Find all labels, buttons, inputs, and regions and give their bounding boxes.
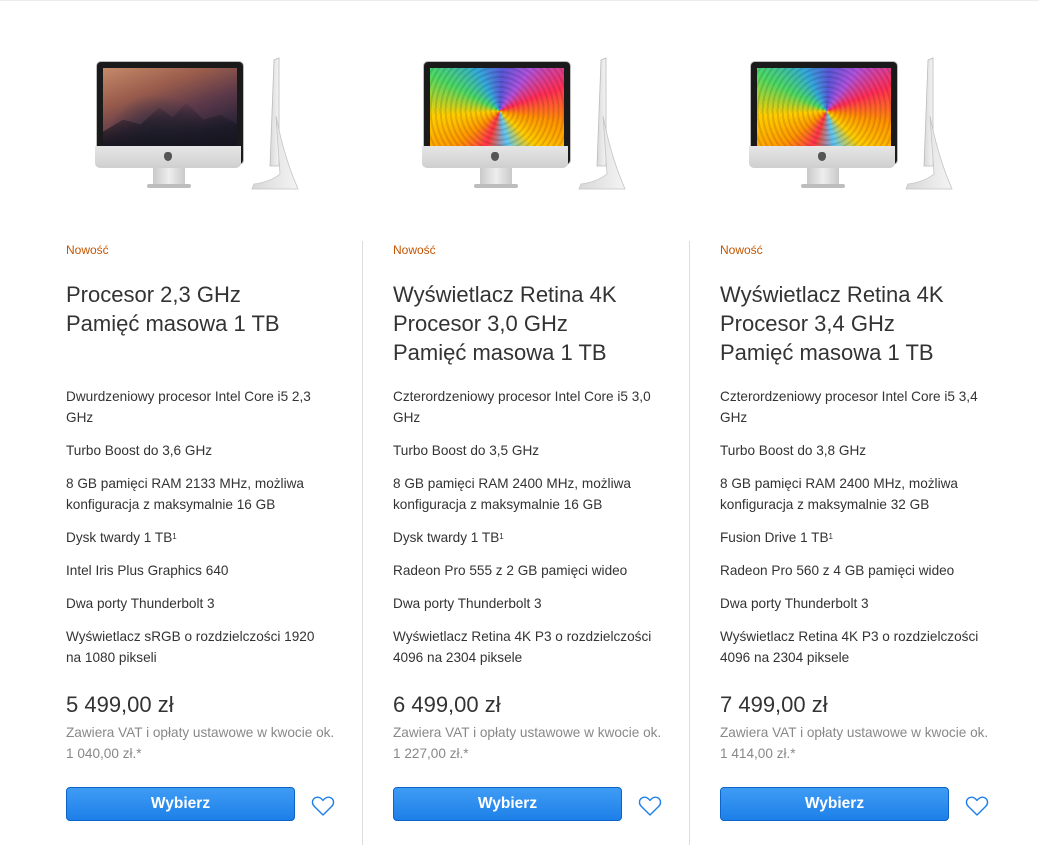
- apple-logo-icon: [818, 152, 826, 161]
- sierra-wallpaper: [103, 68, 237, 146]
- spec-item: Wyświetlacz Retina 4K P3 o rozdzielczośc…: [393, 629, 652, 665]
- price: 5 499,00 zł: [66, 692, 174, 717]
- product-title: Wyświetlacz Retina 4K Procesor 3,4 GHz P…: [720, 280, 980, 367]
- imac-product-image: [422, 56, 637, 196]
- imac-stand-base: [801, 184, 845, 188]
- vat-note: Zawiera VAT i opłaty ustawowe w kwocie o…: [66, 725, 335, 761]
- heart-outline-icon[interactable]: [965, 795, 989, 817]
- spec-item: Dwa porty Thunderbolt 3: [720, 596, 869, 611]
- footnote-marker: 1: [828, 532, 833, 541]
- spec-item: Dysk twardy 1 TB1: [393, 530, 504, 545]
- spec-item: Intel Iris Plus Graphics 640: [66, 563, 229, 578]
- vat-note: Zawiera VAT i opłaty ustawowe w kwocie o…: [720, 725, 989, 761]
- spec-list: Czterordzeniowy procesor Intel Core i5 3…: [720, 386, 985, 668]
- select-button[interactable]: Wybierz: [66, 787, 295, 821]
- spec-item: 8 GB pamięci RAM 2133 MHz, możliwa konfi…: [66, 476, 304, 512]
- spec-item: Dwa porty Thunderbolt 3: [393, 596, 542, 611]
- title-line: Wyświetlacz Retina 4K: [720, 282, 944, 307]
- title-line: Procesor 3,0 GHz: [393, 311, 568, 336]
- new-badge: Nowość: [720, 243, 763, 257]
- spec-item: Czterordzeniowy procesor Intel Core i5 3…: [393, 389, 651, 425]
- spec-list: Dwurdzeniowy procesor Intel Core i5 2,3 …: [66, 386, 331, 668]
- title-line: Wyświetlacz Retina 4K: [393, 282, 617, 307]
- spec-item: Dysk twardy 1 TB1: [66, 530, 177, 545]
- imac-chin: [95, 146, 241, 168]
- title-line: Pamięć masowa 1 TB: [66, 311, 280, 336]
- spec-list: Czterordzeniowy procesor Intel Core i5 3…: [393, 386, 658, 668]
- swirl-wallpaper: [430, 68, 564, 146]
- apple-logo-icon: [164, 152, 172, 161]
- product-comparison: Nowość Procesor 2,3 GHz Pamięć masowa 1 …: [0, 0, 1039, 845]
- imac-side-view: [905, 57, 953, 190]
- price: 7 499,00 zł: [720, 692, 828, 717]
- title-line: Pamięć masowa 1 TB: [720, 340, 934, 365]
- product-card-1: Nowość Procesor 2,3 GHz Pamięć masowa 1 …: [0, 0, 334, 845]
- new-badge: Nowość: [393, 243, 436, 257]
- select-button[interactable]: Wybierz: [720, 787, 949, 821]
- spec-item: Wyświetlacz Retina 4K P3 o rozdzielczośc…: [720, 629, 979, 665]
- spec-item: 8 GB pamięci RAM 2400 MHz, możliwa konfi…: [393, 476, 631, 512]
- spec-item: Radeon Pro 560 z 4 GB pamięci wideo: [720, 563, 955, 578]
- product-card-3: Nowość Wyświetlacz Retina 4K Procesor 3,…: [654, 0, 988, 845]
- spec-item: 8 GB pamięci RAM 2400 MHz, możliwa konfi…: [720, 476, 958, 512]
- price: 6 499,00 zł: [393, 692, 501, 717]
- spec-item: Fusion Drive 1 TB1: [720, 530, 833, 545]
- imac-stand-base: [474, 184, 518, 188]
- imac-side-view: [578, 57, 626, 190]
- product-card-2: Nowość Wyświetlacz Retina 4K Procesor 3,…: [327, 0, 661, 845]
- imac-stand-base: [147, 184, 191, 188]
- spec-item: Turbo Boost do 3,8 GHz: [720, 443, 867, 458]
- imac-product-image: [95, 56, 310, 196]
- spec-item: Turbo Boost do 3,5 GHz: [393, 443, 540, 458]
- footnote-marker: 1: [172, 532, 177, 541]
- imac-product-image: [749, 56, 964, 196]
- spec-item: Czterordzeniowy procesor Intel Core i5 3…: [720, 389, 978, 425]
- apple-logo-icon: [491, 152, 499, 161]
- product-title: Procesor 2,3 GHz Pamięć masowa 1 TB: [66, 280, 326, 338]
- title-line: Pamięć masowa 1 TB: [393, 340, 607, 365]
- spec-item: Radeon Pro 555 z 2 GB pamięci wideo: [393, 563, 628, 578]
- title-line: Procesor 2,3 GHz: [66, 282, 241, 307]
- title-line: Procesor 3,4 GHz: [720, 311, 895, 336]
- product-title: Wyświetlacz Retina 4K Procesor 3,0 GHz P…: [393, 280, 653, 367]
- spec-item: Turbo Boost do 3,6 GHz: [66, 443, 213, 458]
- spec-item: Dwurdzeniowy procesor Intel Core i5 2,3 …: [66, 389, 311, 425]
- imac-chin: [422, 146, 568, 168]
- imac-chin: [749, 146, 895, 168]
- select-button[interactable]: Wybierz: [393, 787, 622, 821]
- new-badge: Nowość: [66, 243, 109, 257]
- imac-side-view: [251, 57, 299, 190]
- spec-item: Dwa porty Thunderbolt 3: [66, 596, 215, 611]
- footnote-marker: 1: [499, 532, 504, 541]
- swirl-wallpaper: [757, 68, 891, 146]
- spec-item: Wyświetlacz sRGB o rozdzielczości 1920 n…: [66, 629, 315, 665]
- vat-note: Zawiera VAT i opłaty ustawowe w kwocie o…: [393, 725, 662, 761]
